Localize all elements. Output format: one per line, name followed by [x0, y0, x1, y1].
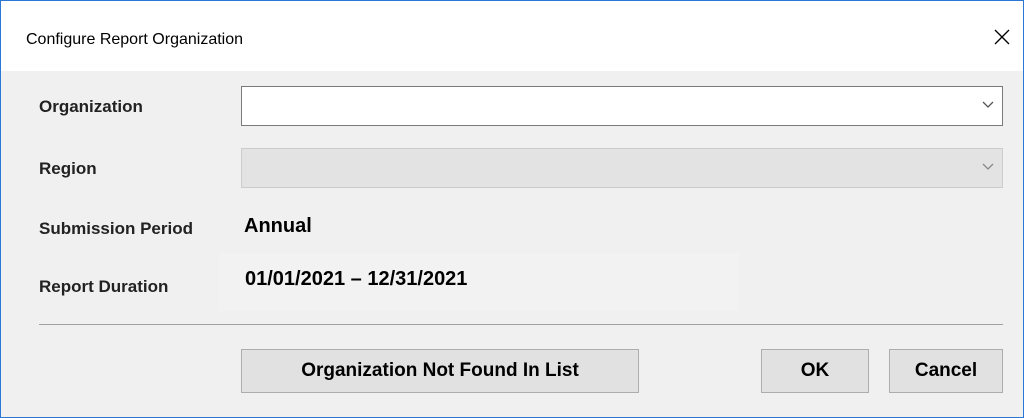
cancel-button[interactable]: Cancel: [889, 349, 1003, 393]
organization-not-found-button[interactable]: Organization Not Found In List: [241, 349, 639, 393]
close-icon: [994, 29, 1010, 45]
divider: [39, 324, 1003, 325]
chevron-down-icon: [982, 101, 994, 108]
close-button[interactable]: [985, 21, 1019, 53]
region-label: Region: [39, 159, 97, 178]
organization-label: Organization: [39, 97, 143, 116]
region-dropdown[interactable]: [241, 148, 1003, 188]
report-duration-label: Report Duration: [39, 277, 169, 296]
organization-dropdown[interactable]: [241, 86, 1003, 126]
configure-report-dialog: Configure Report Organization Organizati…: [0, 0, 1024, 418]
title-bar: Configure Report Organization: [1, 1, 1023, 71]
dialog-title: Configure Report Organization: [26, 31, 244, 48]
report-duration-value: 01/01/2021 – 12/31/2021: [245, 268, 468, 290]
ok-button[interactable]: OK: [761, 349, 869, 393]
chevron-down-icon: [982, 163, 994, 170]
submission-period-label: Submission Period: [39, 219, 193, 238]
submission-period-value: Annual: [244, 215, 312, 237]
